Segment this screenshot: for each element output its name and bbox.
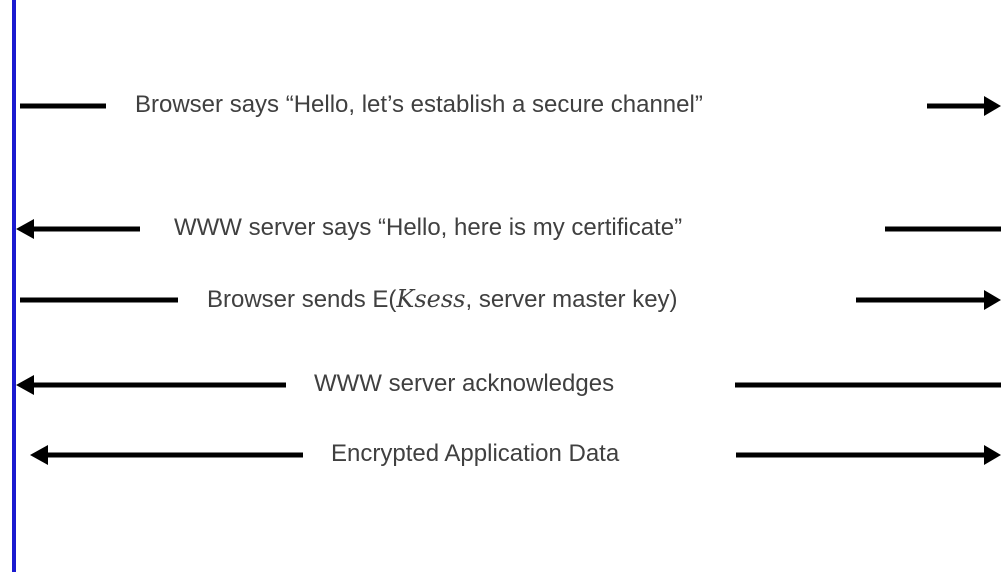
session-key-symbol: Ksess	[396, 285, 466, 313]
message-label-suffix: , server master key)	[465, 286, 678, 313]
message-client-hello: Browser says “Hello, let’s establish a s…	[0, 86, 1001, 126]
message-label: Browser says “Hello, let’s establish a s…	[135, 91, 703, 118]
message-encrypted-data: Encrypted Application Data	[0, 435, 1001, 475]
message-server-ack: WWW server acknowledges	[0, 365, 1001, 405]
message-label-prefix: Browser sends E(	[207, 286, 397, 313]
message-label: WWW server says “Hello, here is my certi…	[174, 214, 683, 241]
message-send-key: Browser sends E(Ksess, server master key…	[0, 280, 1001, 320]
message-label: Browser sends E(Ksess, server master key…	[207, 284, 678, 315]
message-label: WWW server acknowledges	[314, 370, 615, 397]
message-label: Encrypted Application Data	[331, 440, 620, 467]
message-server-hello: WWW server says “Hello, here is my certi…	[0, 209, 1001, 249]
